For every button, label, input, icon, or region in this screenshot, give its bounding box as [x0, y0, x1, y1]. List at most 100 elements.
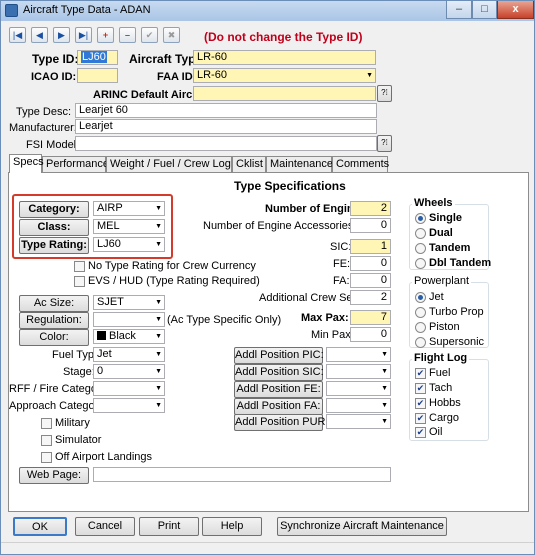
fsi-lookup-button[interactable]: ?⁞ — [377, 135, 392, 152]
off-airport-checkbox[interactable] — [41, 452, 52, 463]
help-button[interactable]: Help — [202, 517, 262, 536]
powerplant-turbo-prop-radio[interactable] — [415, 307, 426, 318]
delete-record-button[interactable]: – — [119, 27, 136, 43]
sic-label: SIC: — [330, 241, 352, 253]
wheels-tandem-radio[interactable] — [415, 243, 426, 254]
web-page-field[interactable] — [93, 467, 391, 482]
powerplant-jet-label: Jet — [429, 291, 444, 303]
chevron-down-icon: ▼ — [155, 368, 162, 375]
flight-log-fuel-checkbox[interactable]: ✔ — [415, 368, 426, 379]
maximize-button[interactable]: □ — [472, 1, 497, 19]
chevron-down-icon: ▼ — [155, 402, 162, 409]
stage-select[interactable]: 0 ▼ — [93, 364, 165, 379]
fuel-type-select[interactable]: Jet ▼ — [93, 347, 165, 362]
class-button[interactable]: Class: — [19, 219, 89, 236]
color-select[interactable]: Black ▼ — [93, 329, 165, 344]
ac-size-button[interactable]: Ac Size: — [19, 295, 89, 312]
type-desc-field[interactable]: Learjet 60 — [75, 103, 377, 118]
save-record-button[interactable]: ✔ — [141, 27, 158, 43]
aircraft-type-field[interactable]: LR-60 — [193, 50, 376, 65]
addl-position-fa-select[interactable]: ▼ — [326, 398, 391, 413]
color-button[interactable]: Color: — [19, 329, 89, 346]
next-record-button[interactable]: ▶ — [53, 27, 70, 43]
cancel-edit-button[interactable]: ✖ — [163, 27, 180, 43]
wheels-dbl-tandem-radio[interactable] — [415, 258, 426, 269]
ok-button[interactable]: OK — [13, 517, 67, 536]
print-button[interactable]: Print — [139, 517, 199, 536]
addl-position-pic-button[interactable]: Addl Position PIC: — [234, 347, 324, 364]
fe-label: FE: — [333, 258, 351, 270]
tab-cklist[interactable]: Cklist — [232, 156, 266, 172]
chevron-down-icon: ▼ — [155, 351, 162, 358]
sync-aircraft-maintenance-button[interactable]: Synchronize Aircraft Maintenance — [277, 517, 447, 536]
tab-maintenance[interactable]: Maintenance — [266, 156, 333, 172]
flight-log-cargo-checkbox[interactable]: ✔ — [415, 413, 426, 424]
max-pax-label: Max Pax: — [301, 312, 349, 324]
faa-id-label: FAA ID: — [157, 71, 197, 83]
fe-field[interactable]: 0 — [350, 256, 391, 271]
first-record-button[interactable]: |◀ — [9, 27, 26, 43]
tab-performance[interactable]: Performance — [42, 156, 109, 172]
simulator-checkbox[interactable] — [41, 435, 52, 446]
chevron-down-icon: ▼ — [155, 299, 162, 306]
fsi-model-field[interactable] — [75, 136, 377, 151]
wheels-dual-radio[interactable] — [415, 228, 426, 239]
addl-position-sic-select[interactable]: ▼ — [326, 364, 391, 379]
num-accessories-field[interactable]: 0 — [350, 218, 391, 233]
web-page-button[interactable]: Web Page: — [19, 467, 89, 484]
minimize-button[interactable]: – — [446, 1, 472, 19]
tab-weight-fuel-crew-log[interactable]: Weight / Fuel / Crew Log — [106, 156, 232, 172]
flight-log-hobbs-checkbox[interactable]: ✔ — [415, 398, 426, 409]
no-type-rating-checkbox[interactable] — [74, 261, 85, 272]
addl-position-fa-button[interactable]: Addl Position FA: — [234, 398, 323, 415]
type-rating-select[interactable]: LJ60 ▼ — [93, 237, 165, 252]
evs-hud-checkbox[interactable] — [74, 276, 85, 287]
icao-id-field[interactable] — [77, 68, 118, 83]
last-record-button[interactable]: ▶| — [75, 27, 92, 43]
type-id-field[interactable]: LJ60 — [77, 50, 118, 65]
fa-field[interactable]: 0 — [350, 273, 391, 288]
addl-crew-seats-field[interactable]: 2 — [350, 290, 391, 305]
chevron-down-icon: ▼ — [381, 351, 388, 358]
approach-category-select[interactable]: ▼ — [93, 398, 165, 413]
addl-position-pur-button[interactable]: Addl Position PUR: — [234, 414, 329, 431]
ac-size-select[interactable]: SJET ▼ — [93, 295, 165, 310]
type-rating-button[interactable]: Type Rating: — [19, 237, 89, 254]
arinc-default-field[interactable] — [193, 86, 376, 101]
arinc-lookup-button[interactable]: ?⁞ — [377, 85, 392, 102]
regulation-button[interactable]: Regulation: — [19, 312, 89, 329]
addl-position-pic-select[interactable]: ▼ — [326, 347, 391, 362]
tab-comments[interactable]: Comments — [332, 156, 389, 172]
class-select[interactable]: MEL ▼ — [93, 219, 165, 234]
flight-log-oil-checkbox[interactable]: ✔ — [415, 427, 426, 438]
min-pax-field[interactable]: 0 — [350, 327, 391, 342]
category-button[interactable]: Category: — [19, 201, 89, 218]
flight-log-tach-checkbox[interactable]: ✔ — [415, 383, 426, 394]
stage-label: Stage: — [63, 366, 95, 378]
max-pax-field[interactable]: 7 — [350, 310, 391, 325]
category-select[interactable]: AIRP ▼ — [93, 201, 165, 216]
powerplant-piston-radio[interactable] — [415, 322, 426, 333]
rff-category-select[interactable]: ▼ — [93, 381, 165, 396]
wheels-single-radio[interactable] — [415, 213, 426, 224]
sic-field[interactable]: 1 — [350, 239, 391, 254]
type-rating-value: LJ60 — [97, 238, 121, 250]
powerplant-supersonic-radio[interactable] — [415, 337, 426, 348]
flight-log-tach-label: Tach — [429, 382, 453, 394]
regulation-select[interactable]: ▼ — [93, 312, 165, 327]
addl-position-sic-button[interactable]: Addl Position SIC: — [234, 364, 324, 381]
tab-specs[interactable]: Specs — [9, 154, 44, 173]
powerplant-jet-radio[interactable] — [415, 292, 426, 303]
addl-position-pur-select[interactable]: ▼ — [326, 414, 391, 429]
add-record-button[interactable]: + — [97, 27, 114, 43]
num-engines-field[interactable]: 2 — [350, 201, 391, 216]
prev-record-button[interactable]: ◀ — [31, 27, 48, 43]
addl-position-fe-select[interactable]: ▼ — [326, 381, 391, 396]
category-value: AIRP — [97, 202, 123, 214]
military-checkbox[interactable] — [41, 418, 52, 429]
cancel-button[interactable]: Cancel — [75, 517, 135, 536]
manufacturer-field[interactable]: Learjet — [75, 119, 377, 134]
addl-position-fe-button[interactable]: Addl Position FE: — [234, 381, 323, 398]
close-button[interactable]: x — [497, 1, 534, 19]
faa-id-select[interactable]: LR-60 ▼ — [193, 68, 376, 83]
